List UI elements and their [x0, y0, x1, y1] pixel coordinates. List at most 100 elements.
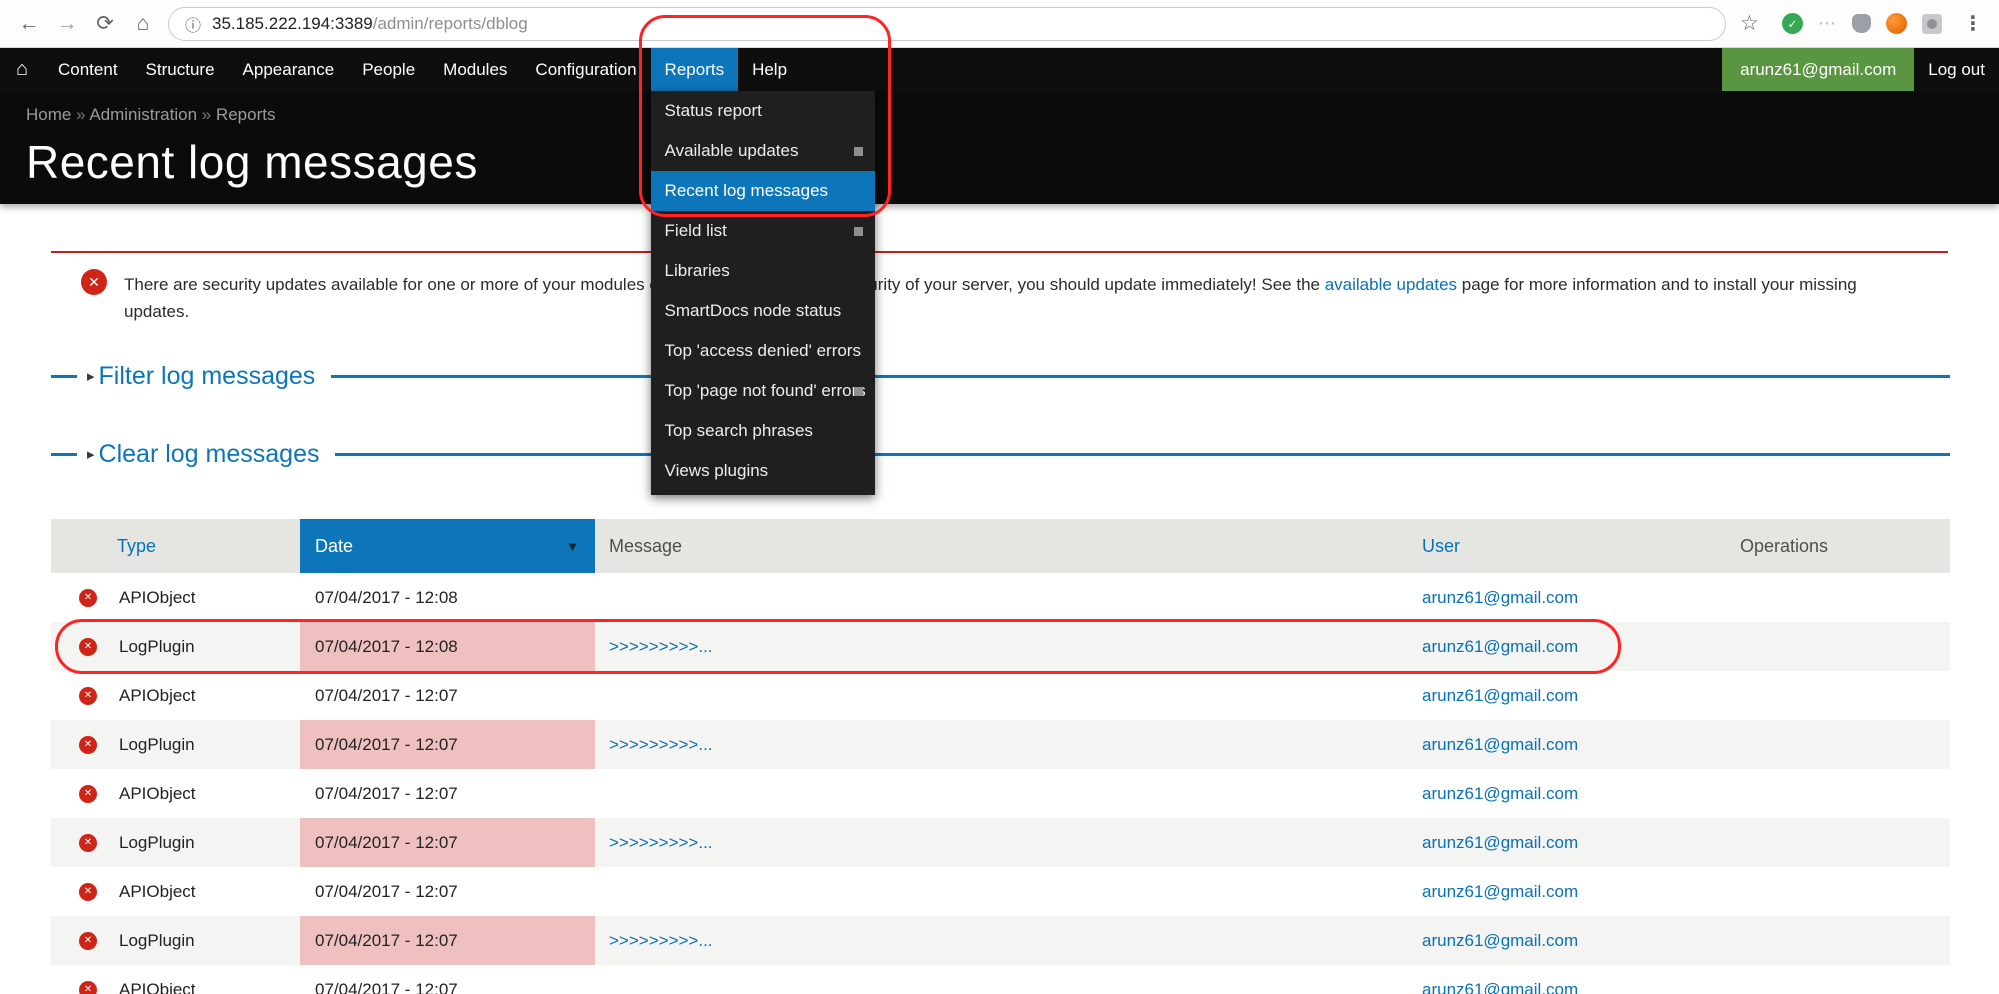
forward-icon[interactable]: → [48, 5, 86, 43]
log-message-cell: >>>>>>>>>... [595, 916, 1408, 965]
reload-icon[interactable]: ⟳ [86, 5, 124, 43]
log-user-link[interactable]: arunz61@gmail.com [1422, 637, 1578, 657]
log-date-cell: 07/04/2017 - 12:07 [300, 671, 595, 720]
error-icon: ✕ [79, 589, 97, 607]
breadcrumb-administration[interactable]: Administration [89, 105, 197, 124]
url-host: 35.185.222.194:3389 [212, 14, 373, 34]
toolbar-item-help[interactable]: Help [738, 48, 801, 91]
fieldset-title[interactable]: Clear log messages [99, 440, 320, 469]
toolbar-item-reports[interactable]: Reports Status reportAvailable updatesRe… [651, 48, 739, 91]
log-user-cell: arunz61@gmail.com [1408, 573, 1726, 622]
log-type: APIObject [119, 882, 196, 902]
log-type-cell: ✕APIObject [51, 769, 300, 818]
menu-item-label: Available updates [665, 141, 799, 160]
menu-item-field-list[interactable]: Field list [651, 211, 875, 251]
site-info-icon[interactable]: ⓘ [185, 12, 201, 36]
fieldset-title[interactable]: Filter log messages [99, 362, 316, 391]
toolbar-item-people[interactable]: People [348, 48, 429, 91]
log-type: LogPlugin [119, 735, 195, 755]
breadcrumb-reports[interactable]: Reports [216, 105, 276, 124]
menu-item-top-access-denied-errors[interactable]: Top 'access denied' errors [651, 331, 875, 371]
header-date-label: Date [315, 536, 353, 557]
menu-item-top-page-not-found-errors[interactable]: Top 'page not found' errors [651, 371, 875, 411]
log-message-link[interactable]: >>>>>>>>>... [609, 735, 713, 755]
log-type: LogPlugin [119, 833, 195, 853]
table-row: ✕ LogPlugin 07/04/2017 - 12:07 >>>>>>>>>...… [51, 818, 1950, 867]
log-type: APIObject [119, 686, 196, 706]
menu-item-libraries[interactable]: Libraries [651, 251, 875, 291]
header-type[interactable]: Type [51, 536, 300, 557]
error-icon: ✕ [79, 883, 97, 901]
toolbar-item-configuration[interactable]: Configuration [521, 48, 650, 91]
table-header-row: Type Date ▼ Message User Operations [51, 519, 1950, 573]
log-user-link[interactable]: arunz61@gmail.com [1422, 833, 1578, 853]
admin-home-icon[interactable]: ⌂ [0, 48, 44, 91]
log-user-link[interactable]: arunz61@gmail.com [1422, 588, 1578, 608]
alert-error-icon: ✕ [81, 269, 107, 295]
table-row: ✕APIObject07/04/2017 - 12:08arunz61@gmai… [51, 573, 1950, 622]
green-check-extension-icon[interactable]: ✓ [1782, 13, 1803, 34]
orange-extension-icon[interactable] [1886, 13, 1907, 34]
log-operations-cell [1726, 671, 1950, 720]
toolbar-item-structure[interactable]: Structure [132, 48, 229, 91]
toolbar-item-content[interactable]: Content [44, 48, 132, 91]
breadcrumb-separator: » [71, 105, 89, 124]
square-extension-icon[interactable] [1922, 14, 1942, 34]
log-type: LogPlugin [119, 931, 195, 951]
menu-item-smartdocs-node-status[interactable]: SmartDocs node status [651, 291, 875, 331]
log-date-cell: 07/04/2017 - 12:07 [300, 867, 595, 916]
table-body: ✕APIObject07/04/2017 - 12:08arunz61@gmai… [51, 573, 1950, 994]
log-date: 07/04/2017 - 12:07 [315, 735, 458, 755]
log-type-cell: ✕LogPlugin [51, 622, 300, 671]
dots-extension-icon[interactable]: ⋯ [1818, 13, 1837, 34]
log-type: LogPlugin [119, 637, 195, 657]
address-bar[interactable]: ⓘ 35.185.222.194:3389 /admin/reports/dbl… [168, 7, 1726, 41]
menu-item-label: Top 'page not found' errors [665, 381, 866, 400]
browser-home-icon[interactable]: ⌂ [124, 5, 162, 43]
update-indicator-icon [854, 147, 863, 156]
log-date-cell: 07/04/2017 - 12:07 [300, 769, 595, 818]
log-message-link[interactable]: >>>>>>>>>... [609, 833, 713, 853]
log-type: APIObject [119, 784, 196, 804]
shield-extension-icon[interactable] [1852, 14, 1871, 33]
breadcrumb-home[interactable]: Home [26, 105, 71, 124]
log-user-link[interactable]: arunz61@gmail.com [1422, 784, 1578, 804]
toolbar-item-modules[interactable]: Modules [429, 48, 521, 91]
log-user-link[interactable]: arunz61@gmail.com [1422, 980, 1578, 994]
log-user-link[interactable]: arunz61@gmail.com [1422, 882, 1578, 902]
fieldset-clear-log-messages[interactable]: ▸ Clear log messages [51, 437, 1950, 471]
browser-menu-icon[interactable]: ⋮ [1957, 11, 1989, 36]
log-message-link[interactable]: >>>>>>>>>... [609, 637, 713, 657]
header-date[interactable]: Date ▼ [300, 519, 595, 573]
log-operations-cell [1726, 818, 1950, 867]
toolbar-item-appearance[interactable]: Appearance [229, 48, 349, 91]
log-message-cell [595, 965, 1408, 994]
log-user-cell: arunz61@gmail.com [1408, 965, 1726, 994]
available-updates-link[interactable]: available updates [1325, 275, 1457, 294]
log-date-cell: 07/04/2017 - 12:07 [300, 818, 595, 867]
log-message-cell: >>>>>>>>>... [595, 720, 1408, 769]
menu-item-views-plugins[interactable]: Views plugins [651, 451, 875, 491]
log-date-cell: 07/04/2017 - 12:07 [300, 965, 595, 994]
menu-item-top-search-phrases[interactable]: Top search phrases [651, 411, 875, 451]
breadcrumb: Home » Administration » Reports [26, 105, 1999, 125]
log-message-link[interactable]: >>>>>>>>>... [609, 931, 713, 951]
extension-icons: ✓ ⋯ ⋮ [1782, 11, 1989, 36]
fieldset-filter-log-messages[interactable]: ▸ Filter log messages [51, 359, 1950, 393]
log-user-link[interactable]: arunz61@gmail.com [1422, 686, 1578, 706]
log-user-link[interactable]: arunz61@gmail.com [1422, 735, 1578, 755]
error-icon: ✕ [79, 834, 97, 852]
menu-item-label: Field list [665, 221, 727, 240]
menu-item-recent-log-messages[interactable]: Recent log messages [651, 171, 875, 211]
bookmark-star-icon[interactable]: ☆ [1740, 11, 1759, 36]
log-message-cell [595, 867, 1408, 916]
fieldset-line [51, 375, 77, 378]
menu-item-label: Views plugins [665, 461, 769, 480]
back-icon[interactable]: ← [10, 5, 48, 43]
header-user[interactable]: User [1408, 536, 1726, 557]
logout-button[interactable]: Log out [1914, 48, 1999, 91]
menu-item-available-updates[interactable]: Available updates [651, 131, 875, 171]
account-button[interactable]: arunz61@gmail.com [1722, 48, 1914, 91]
log-user-link[interactable]: arunz61@gmail.com [1422, 931, 1578, 951]
menu-item-status-report[interactable]: Status report [651, 91, 875, 131]
